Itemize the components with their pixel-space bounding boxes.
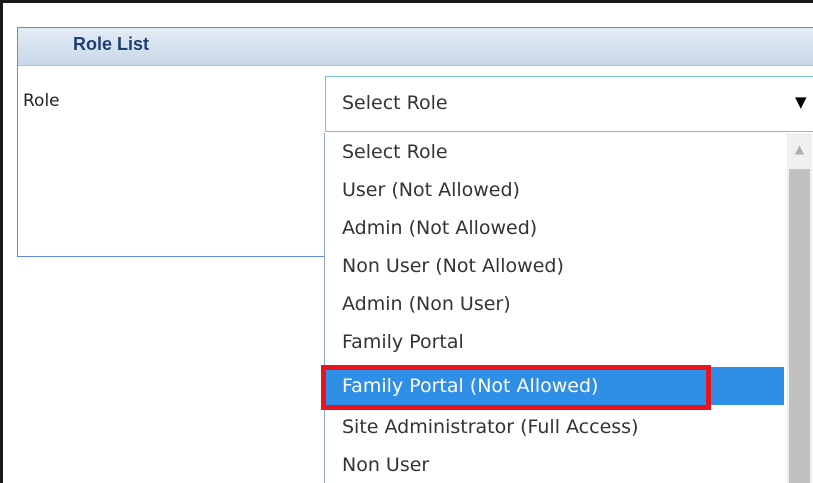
scrollbar-thumb[interactable]: [789, 169, 810, 483]
panel-title: Role List: [73, 34, 150, 54]
role-dropdown-list: Select Role User (Not Allowed) Admin (No…: [324, 133, 813, 483]
dropdown-scrollbar[interactable]: ▲: [787, 133, 812, 483]
role-option[interactable]: Admin (Non User): [325, 285, 784, 323]
role-option[interactable]: Family Portal: [325, 323, 784, 361]
screenshot-frame: Role List Role Select Role ▼ Select Role…: [0, 0, 813, 483]
role-select[interactable]: Select Role ▼: [325, 76, 813, 132]
role-option[interactable]: User (Not Allowed): [325, 171, 784, 209]
role-option[interactable]: Non User: [325, 446, 784, 483]
role-option[interactable]: Select Role: [325, 133, 784, 171]
role-label: Role: [23, 91, 60, 111]
annotation-highlight-box: [321, 365, 711, 410]
triangle-down-icon[interactable]: ▼: [795, 93, 807, 111]
panel-header: Role List: [18, 28, 813, 66]
scroll-up-arrow-icon[interactable]: ▲: [787, 135, 812, 163]
role-option[interactable]: Non User (Not Allowed): [325, 247, 784, 285]
role-option[interactable]: Admin (Not Allowed): [325, 209, 784, 247]
role-select-value: Select Role: [342, 92, 448, 114]
role-option[interactable]: Site Administrator (Full Access): [325, 408, 784, 446]
